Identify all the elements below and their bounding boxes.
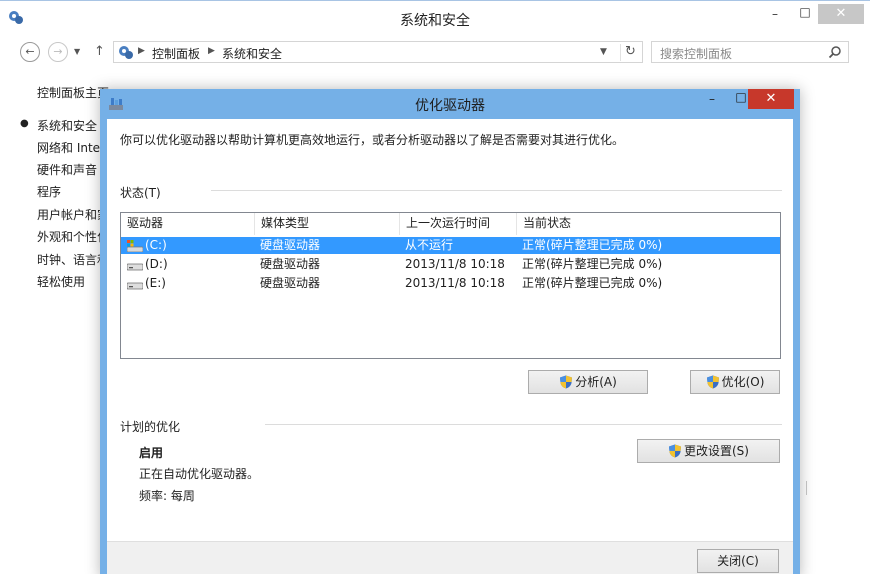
- navigation-bar: ← → ▼ ↑ ▶ 控制面板 ▶ 系统和安全 ▼ ↻ 搜索控制面板: [0, 37, 870, 67]
- breadcrumb-arrow-icon: ▶: [138, 46, 145, 56]
- close-dialog-button[interactable]: 关闭(C): [697, 549, 779, 573]
- dialog-body: 你可以优化驱动器以帮助计算机更高效地运行，或者分析驱动器以了解是否需要对其进行优…: [107, 119, 793, 574]
- column-header-last-run[interactable]: 上一次运行时间: [400, 213, 517, 235]
- minimize-button[interactable]: –: [760, 7, 790, 27]
- uac-shield-icon: [706, 374, 720, 389]
- hard-drive-icon: [126, 259, 144, 271]
- table-row[interactable]: (E:) 硬盘驱动器 2013/11/8 10:18 正常(碎片整理已完成 0%…: [121, 275, 780, 292]
- search-placeholder: 搜索控制面板: [660, 47, 733, 61]
- column-header-drive[interactable]: 驱动器: [121, 213, 255, 235]
- drive-name: (E:): [145, 276, 166, 290]
- last-run: 从不运行: [405, 238, 454, 252]
- optimize-drives-dialog: 优化驱动器 – □ ✕ 你可以优化驱动器以帮助计算机更高效地运行，或者分析驱动器…: [100, 89, 800, 574]
- breadcrumb-control-panel[interactable]: 控制面板: [152, 45, 200, 62]
- sidebar-item-network[interactable]: 网络和 Inte: [37, 139, 100, 156]
- optimize-button[interactable]: 优化(O): [690, 370, 780, 394]
- minimize-button[interactable]: –: [698, 92, 726, 112]
- sidebar-item-programs[interactable]: 程序: [37, 183, 61, 200]
- drive-name: (D:): [145, 257, 168, 271]
- current-status: 正常(碎片整理已完成 0%): [522, 276, 663, 290]
- window-title: 系统和安全: [400, 13, 470, 29]
- media-type: 硬盘驱动器: [260, 276, 321, 290]
- analyze-button[interactable]: 分析(A): [528, 370, 648, 394]
- sidebar-item-system-security[interactable]: 系统和安全: [37, 117, 97, 134]
- sidebar-item-user-accounts[interactable]: 用户帐户和家: [37, 206, 109, 223]
- table-row[interactable]: (C:) 硬盘驱动器 从不运行 正常(碎片整理已完成 0%): [121, 237, 780, 254]
- last-run: 2013/11/8 10:18: [405, 257, 505, 271]
- dialog-titlebar[interactable]: 优化驱动器 – □ ✕: [100, 89, 800, 119]
- forward-button[interactable]: →: [48, 42, 68, 62]
- sidebar-item-appearance[interactable]: 外观和个性化: [37, 228, 109, 245]
- intro-text: 你可以优化驱动器以帮助计算机更高效地运行，或者分析驱动器以了解是否需要对其进行优…: [120, 133, 625, 147]
- schedule-description: 正在自动优化驱动器。: [139, 467, 260, 481]
- refresh-button[interactable]: ↻: [620, 44, 640, 61]
- maximize-button[interactable]: □: [792, 5, 818, 25]
- status-label: 状态(T): [120, 186, 161, 200]
- column-header-media-type[interactable]: 媒体类型: [255, 213, 400, 235]
- schedule-title: 计划的优化: [120, 420, 181, 434]
- schedule-state: 启用: [139, 446, 164, 460]
- table-row[interactable]: (D:) 硬盘驱动器 2013/11/8 10:18 正常(碎片整理已完成 0%…: [121, 256, 780, 273]
- control-panel-icon: [118, 45, 134, 61]
- change-settings-button[interactable]: 更改设置(S): [637, 439, 780, 463]
- hard-drive-icon: [126, 278, 144, 290]
- recent-locations-chevron-icon[interactable]: ▼: [74, 47, 80, 56]
- close-button[interactable]: ✕: [748, 89, 794, 109]
- search-icon[interactable]: [828, 45, 842, 59]
- back-button[interactable]: ←: [20, 42, 40, 62]
- dialog-title: 优化驱动器: [415, 98, 485, 114]
- column-header-current-status[interactable]: 当前状态: [517, 213, 780, 235]
- dialog-footer: 关闭(C): [107, 541, 793, 574]
- address-bar[interactable]: ▶ 控制面板 ▶ 系统和安全 ▼ ↻: [113, 41, 643, 63]
- system-drive-icon: [126, 240, 144, 253]
- address-dropdown-chevron-icon[interactable]: ▼: [600, 47, 607, 57]
- sidebar-item-hardware[interactable]: 硬件和声音: [37, 161, 97, 178]
- current-status: 正常(碎片整理已完成 0%): [522, 238, 663, 252]
- drive-name: (C:): [145, 238, 167, 252]
- divider: [211, 190, 782, 191]
- divider: [265, 424, 782, 425]
- schedule-frequency: 频率: 每周: [139, 489, 195, 503]
- media-type: 硬盘驱动器: [260, 257, 321, 271]
- last-run: 2013/11/8 10:18: [405, 276, 505, 290]
- close-button[interactable]: ✕: [818, 4, 864, 24]
- sidebar-item-home[interactable]: 控制面板主页: [37, 84, 109, 101]
- window-titlebar: 系统和安全 – □ ✕: [0, 1, 870, 35]
- search-box[interactable]: 搜索控制面板: [651, 41, 849, 63]
- change-settings-label: 更改设置(S): [684, 444, 749, 458]
- divider: [806, 481, 807, 495]
- breadcrumb-system-security[interactable]: 系统和安全: [222, 45, 282, 62]
- media-type: 硬盘驱动器: [260, 238, 321, 252]
- uac-shield-icon: [668, 443, 682, 458]
- optimize-label: 优化(O): [721, 375, 765, 389]
- breadcrumb-arrow-icon: ▶: [208, 46, 215, 56]
- drives-list[interactable]: 驱动器 媒体类型 上一次运行时间 当前状态 (C:) 硬盘驱动器 从不运行 正常…: [120, 212, 781, 359]
- sidebar-item-clock-language[interactable]: 时钟、语言和: [37, 251, 109, 268]
- up-button[interactable]: ↑: [94, 44, 105, 59]
- uac-shield-icon: [559, 374, 573, 389]
- sidebar-item-ease-of-access[interactable]: 轻松使用: [37, 273, 85, 290]
- analyze-label: 分析(A): [575, 375, 617, 389]
- active-bullet-icon: ●: [20, 118, 29, 129]
- current-status: 正常(碎片整理已完成 0%): [522, 257, 663, 271]
